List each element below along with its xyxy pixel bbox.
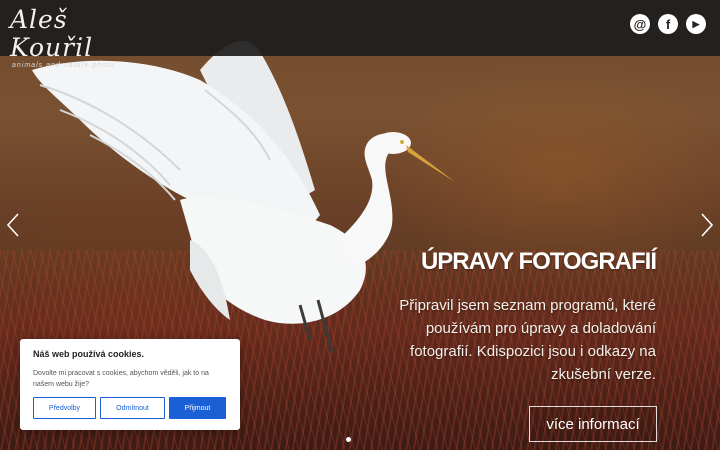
cookie-text: Dovolte mi pracovat s cookies, abychom v…: [33, 370, 209, 388]
chevron-left-icon[interactable]: [5, 212, 21, 238]
cookie-title: Náš web používá cookies.: [33, 349, 145, 359]
youtube-icon[interactable]: ▶: [686, 14, 706, 34]
facebook-icon[interactable]: f: [658, 14, 678, 34]
cookie-accept-button[interactable]: Přijmout: [169, 397, 226, 419]
email-icon[interactable]: @: [630, 14, 650, 34]
cookie-banner: Náš web používá cookies. Dovolte mi prac…: [20, 339, 240, 430]
cookie-buttons: Předvolby Odmítnout Přijmout: [33, 397, 226, 419]
cookie-reject-button[interactable]: Odmítnout: [100, 397, 165, 419]
slide-description: Připravil jsem seznam programů, které po…: [399, 297, 656, 383]
slider-dot-active[interactable]: [345, 437, 351, 442]
logo-tagline: animals and nature photo: [12, 62, 115, 69]
cookie-preferences-button[interactable]: Předvolby: [33, 397, 96, 419]
social-links: @ f ▶: [630, 14, 706, 34]
site-header: Aleš Kouřil animals and nature photo @ f…: [0, 0, 720, 70]
chevron-right-icon[interactable]: [699, 212, 715, 238]
logo-name: Aleš Kouřil: [10, 5, 94, 62]
slider-dots: [0, 437, 720, 442]
slide-title: ÚPRAVY FOTOGRAFIÍ: [420, 248, 657, 275]
site-logo[interactable]: Aleš Kouřil animals and nature photo: [10, 6, 150, 70]
